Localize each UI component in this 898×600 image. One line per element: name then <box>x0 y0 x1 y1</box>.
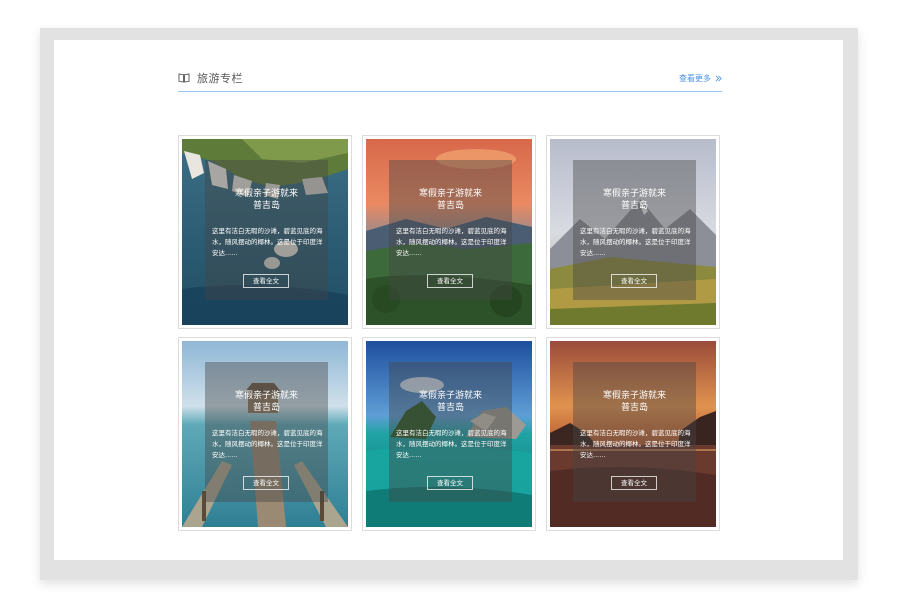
card-title: 寒假亲子游就来 普吉岛 <box>573 390 696 414</box>
read-more-button[interactable]: 查看全文 <box>611 274 657 288</box>
card-title-line1: 寒假亲子游就来 <box>234 391 298 401</box>
section-header: 旅游专栏 查看更多 <box>178 69 722 92</box>
read-more-button[interactable]: 查看全文 <box>243 476 289 490</box>
card-title-line2: 普吉岛 <box>436 201 464 211</box>
article-card[interactable]: 寒假亲子游就来 普吉岛 这里有洁白无暇的沙滩，碧蓝见底的海水，随风摆动的椰林。这… <box>362 337 536 531</box>
card-overlay: 寒假亲子游就来 普吉岛 这里有洁白无暇的沙滩，碧蓝见底的海水，随风摆动的椰林。这… <box>389 160 512 300</box>
read-more-button[interactable]: 查看全文 <box>427 274 473 288</box>
card-description: 这里有洁白无暇的沙滩，碧蓝见底的海水，随风摆动的椰林。这是位于印度洋安达....… <box>580 227 691 257</box>
card-title: 寒假亲子游就来 普吉岛 <box>389 390 512 414</box>
card-description: 这里有洁白无暇的沙滩，碧蓝见底的海水，随风摆动的椰林。这是位于印度洋安达....… <box>580 429 691 459</box>
article-card[interactable]: 寒假亲子游就来 普吉岛 这里有洁白无暇的沙滩，碧蓝见底的海水，随风摆动的椰林。这… <box>362 135 536 329</box>
book-icon <box>178 73 190 83</box>
card-title-line1: 寒假亲子游就来 <box>234 189 298 199</box>
card-title-line2: 普吉岛 <box>436 403 464 413</box>
outer-frame: 旅游专栏 查看更多 寒假亲子游就来 普吉岛 这里有洁白无暇的沙滩，碧蓝见底的海水… <box>40 28 858 580</box>
content-panel: 旅游专栏 查看更多 寒假亲子游就来 普吉岛 这里有洁白无暇的沙滩，碧蓝见底的海水… <box>54 40 843 560</box>
card-title-line1: 寒假亲子游就来 <box>602 391 666 401</box>
double-chevron-right-icon <box>715 75 722 82</box>
card-title-line1: 寒假亲子游就来 <box>602 189 666 199</box>
card-title-line2: 普吉岛 <box>620 201 648 211</box>
card-title-line2: 普吉岛 <box>252 201 280 211</box>
card-description: 这里有洁白无暇的沙滩，碧蓝见底的海水，随风摆动的椰林。这是位于印度洋安达....… <box>396 227 507 257</box>
card-title: 寒假亲子游就来 普吉岛 <box>205 188 328 212</box>
article-card[interactable]: 寒假亲子游就来 普吉岛 这里有洁白无暇的沙滩，碧蓝见底的海水，随风摆动的椰林。这… <box>178 337 352 531</box>
card-title-line1: 寒假亲子游就来 <box>418 189 482 199</box>
card-description: 这里有洁白无暇的沙滩，碧蓝见底的海水，随风摆动的椰林。这是位于印度洋安达....… <box>212 429 323 459</box>
card-title: 寒假亲子游就来 普吉岛 <box>389 188 512 212</box>
section-title: 旅游专栏 <box>197 72 243 85</box>
article-card[interactable]: 寒假亲子游就来 普吉岛 这里有洁白无暇的沙滩，碧蓝见底的海水，随风摆动的椰林。这… <box>178 135 352 329</box>
view-more-label[interactable]: 查看更多 <box>679 73 711 84</box>
card-overlay: 寒假亲子游就来 普吉岛 这里有洁白无暇的沙滩，碧蓝见底的海水，随风摆动的椰林。这… <box>573 362 696 502</box>
card-overlay: 寒假亲子游就来 普吉岛 这里有洁白无暇的沙滩，碧蓝见底的海水，随风摆动的椰林。这… <box>573 160 696 300</box>
card-title-line2: 普吉岛 <box>620 403 648 413</box>
card-title: 寒假亲子游就来 普吉岛 <box>573 188 696 212</box>
read-more-button[interactable]: 查看全文 <box>243 274 289 288</box>
card-overlay: 寒假亲子游就来 普吉岛 这里有洁白无暇的沙滩，碧蓝见底的海水，随风摆动的椰林。这… <box>205 160 328 300</box>
card-overlay: 寒假亲子游就来 普吉岛 这里有洁白无暇的沙滩，碧蓝见底的海水，随风摆动的椰林。这… <box>205 362 328 502</box>
read-more-button[interactable]: 查看全文 <box>427 476 473 490</box>
article-card[interactable]: 寒假亲子游就来 普吉岛 这里有洁白无暇的沙滩，碧蓝见底的海水，随风摆动的椰林。这… <box>546 135 720 329</box>
card-title-line1: 寒假亲子游就来 <box>418 391 482 401</box>
card-overlay: 寒假亲子游就来 普吉岛 这里有洁白无暇的沙滩，碧蓝见底的海水，随风摆动的椰林。这… <box>389 362 512 502</box>
card-description: 这里有洁白无暇的沙滩，碧蓝见底的海水，随风摆动的椰林。这是位于印度洋安达....… <box>396 429 507 459</box>
view-more-link[interactable]: 查看更多 <box>679 73 722 84</box>
card-title: 寒假亲子游就来 普吉岛 <box>205 390 328 414</box>
article-card[interactable]: 寒假亲子游就来 普吉岛 这里有洁白无暇的沙滩，碧蓝见底的海水，随风摆动的椰林。这… <box>546 337 720 531</box>
card-description: 这里有洁白无暇的沙滩，碧蓝见底的海水，随风摆动的椰林。这是位于印度洋安达....… <box>212 227 323 257</box>
read-more-button[interactable]: 查看全文 <box>611 476 657 490</box>
card-title-line2: 普吉岛 <box>252 403 280 413</box>
